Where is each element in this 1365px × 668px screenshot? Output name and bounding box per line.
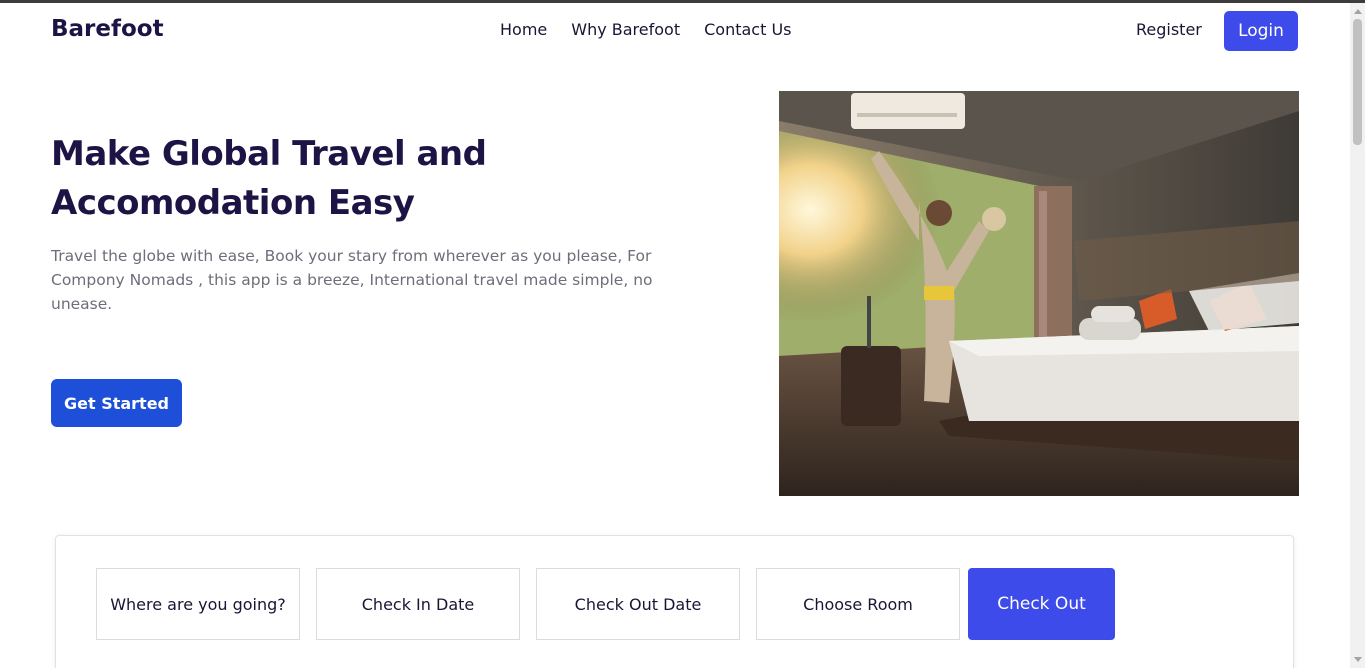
hero-image [779,91,1299,496]
login-button[interactable]: Login [1224,11,1298,51]
nav-home[interactable]: Home [500,20,547,39]
hero-title-line-1: Make Global Travel and [51,134,487,174]
get-started-button[interactable]: Get Started [51,379,182,427]
check-in-date-field[interactable]: Check In Date [316,568,520,640]
scroll-down-icon[interactable] [1354,657,1362,662]
nav-why-barefoot[interactable]: Why Barefoot [571,20,680,39]
hero-title-line-2: Accomodation Easy [51,183,415,223]
scroll-up-icon[interactable] [1354,9,1362,14]
scrollbar-thumb[interactable] [1353,19,1362,145]
destination-input[interactable]: Where are you going? [96,568,300,640]
window-top-border [0,0,1365,3]
page-scrollbar[interactable] [1350,3,1365,668]
main-nav: Home Why Barefoot Contact Us [500,20,792,39]
check-out-date-field[interactable]: Check Out Date [536,568,740,640]
hotel-room-photo-icon [779,91,1299,496]
hero-description: Travel the globe with ease, Book your st… [51,247,653,313]
hero-title: Make Global Travel and Accomodation Easy [51,130,611,228]
choose-room-field[interactable]: Choose Room [756,568,960,640]
register-link[interactable]: Register [1136,20,1202,39]
nav-contact-us[interactable]: Contact Us [704,20,791,39]
check-out-button[interactable]: Check Out [968,568,1115,640]
brand-logo[interactable]: Barefoot [51,16,164,42]
